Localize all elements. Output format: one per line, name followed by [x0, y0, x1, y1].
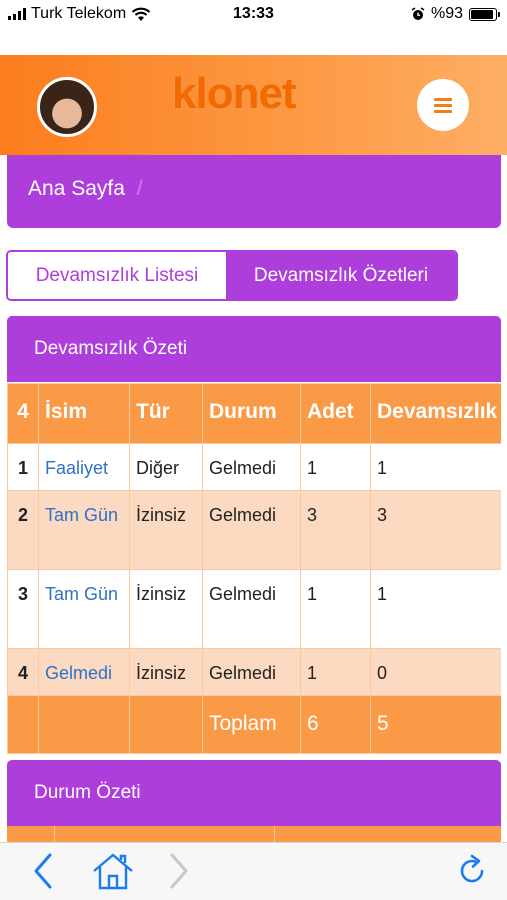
row-absence: 1	[370, 569, 501, 649]
row-type: İzinsiz	[129, 648, 203, 696]
row-name-cell: Gelmedi	[38, 648, 130, 696]
row-type: İzinsiz	[129, 490, 203, 570]
menu-button[interactable]	[417, 79, 469, 131]
column-header-index[interactable]: 4	[7, 383, 39, 444]
column-header-type[interactable]: Tür	[129, 383, 203, 444]
status-table-header-strip	[7, 826, 501, 842]
row-index: 2	[7, 490, 39, 570]
total-absence: 5	[370, 695, 501, 754]
row-count: 3	[300, 490, 371, 570]
column-header-status[interactable]: Durum	[202, 383, 301, 444]
column-header-absence[interactable]: Devamsızlık	[370, 383, 501, 444]
total-label: Toplam	[202, 695, 301, 754]
row-name-cell: Tam Gün	[38, 490, 130, 570]
row-count: 1	[300, 443, 371, 491]
table-row: 1 Faaliyet Diğer Gelmedi 1 1	[7, 443, 501, 491]
alarm-icon	[411, 7, 425, 20]
table-row: 2 Tam Gün İzinsiz Gelmedi 3 3	[7, 490, 501, 570]
total-blank-cell	[38, 695, 130, 754]
status-panel-title: Durum Özeti	[7, 760, 501, 826]
table-row: 3 Tam Gün İzinsiz Gelmedi 1 1	[7, 569, 501, 649]
user-avatar[interactable]	[37, 77, 97, 137]
column-header-name[interactable]: İsim	[38, 383, 130, 444]
breadcrumb: Ana Sayfa /	[7, 155, 501, 228]
row-name-link[interactable]: Faaliyet	[45, 452, 108, 484]
breadcrumb-separator: /	[136, 177, 143, 200]
table-header-row: 4 İsim Tür Durum Adet Devamsızlık	[7, 383, 501, 444]
row-type: Diğer	[129, 443, 203, 491]
summary-table-wrapper[interactable]: 4 İsim Tür Durum Adet Devamsızlık 1 Faal…	[7, 383, 501, 758]
status-right: %93	[411, 5, 500, 23]
row-name-cell: Tam Gün	[38, 569, 130, 649]
total-count: 6	[300, 695, 371, 754]
app-logo[interactable]: klonet	[172, 69, 297, 119]
battery-fill	[471, 9, 494, 19]
back-icon	[34, 853, 52, 889]
total-blank-cell	[129, 695, 203, 754]
battery-icon	[469, 7, 500, 21]
forward-button[interactable]	[160, 851, 200, 891]
reload-button[interactable]	[452, 851, 492, 891]
tab-bar: Devamsızlık Listesi Devamsızlık Özetleri	[6, 250, 458, 301]
row-status: Gelmedi	[202, 569, 301, 649]
row-count: 1	[300, 648, 371, 696]
row-status: Gelmedi	[202, 490, 301, 570]
row-absence: 1	[370, 443, 501, 491]
row-name-link[interactable]: Gelmedi	[45, 657, 112, 689]
summary-panel-title: Devamsızlık Özeti	[7, 316, 501, 382]
status-bar: Turk Telekom 13:33 %93	[0, 0, 507, 30]
home-button[interactable]	[90, 851, 136, 891]
back-button[interactable]	[24, 851, 64, 891]
row-absence: 0	[370, 648, 501, 696]
forward-icon	[170, 853, 188, 889]
row-type: İzinsiz	[129, 569, 203, 649]
row-count: 1	[300, 569, 371, 649]
home-icon	[93, 853, 133, 890]
breadcrumb-home-link[interactable]: Ana Sayfa	[28, 177, 125, 200]
row-name-cell: Faaliyet	[38, 443, 130, 491]
row-index: 1	[7, 443, 39, 491]
row-status: Gelmedi	[202, 648, 301, 696]
row-name-link[interactable]: Tam Gün	[45, 499, 118, 531]
row-index: 3	[7, 569, 39, 649]
column-header-count[interactable]: Adet	[300, 383, 371, 444]
hamburger-icon	[434, 95, 452, 116]
row-absence: 3	[370, 490, 501, 570]
reload-icon	[460, 854, 484, 883]
row-status: Gelmedi	[202, 443, 301, 491]
app-header: klonet	[0, 55, 507, 155]
row-index: 4	[7, 648, 39, 696]
battery-percent: %93	[430, 5, 463, 22]
tab-attendance-list[interactable]: Devamsızlık Listesi	[8, 252, 226, 299]
table-row: 4 Gelmedi İzinsiz Gelmedi 1 0	[7, 648, 501, 696]
row-name-link[interactable]: Tam Gün	[45, 578, 118, 610]
table-total-row: Toplam 6 5	[7, 695, 501, 754]
browser-toolbar	[0, 842, 507, 900]
summary-table: 4 İsim Tür Durum Adet Devamsızlık 1 Faal…	[7, 383, 501, 754]
total-blank-cell	[7, 695, 39, 754]
tab-attendance-summaries[interactable]: Devamsızlık Özetleri	[226, 252, 456, 299]
